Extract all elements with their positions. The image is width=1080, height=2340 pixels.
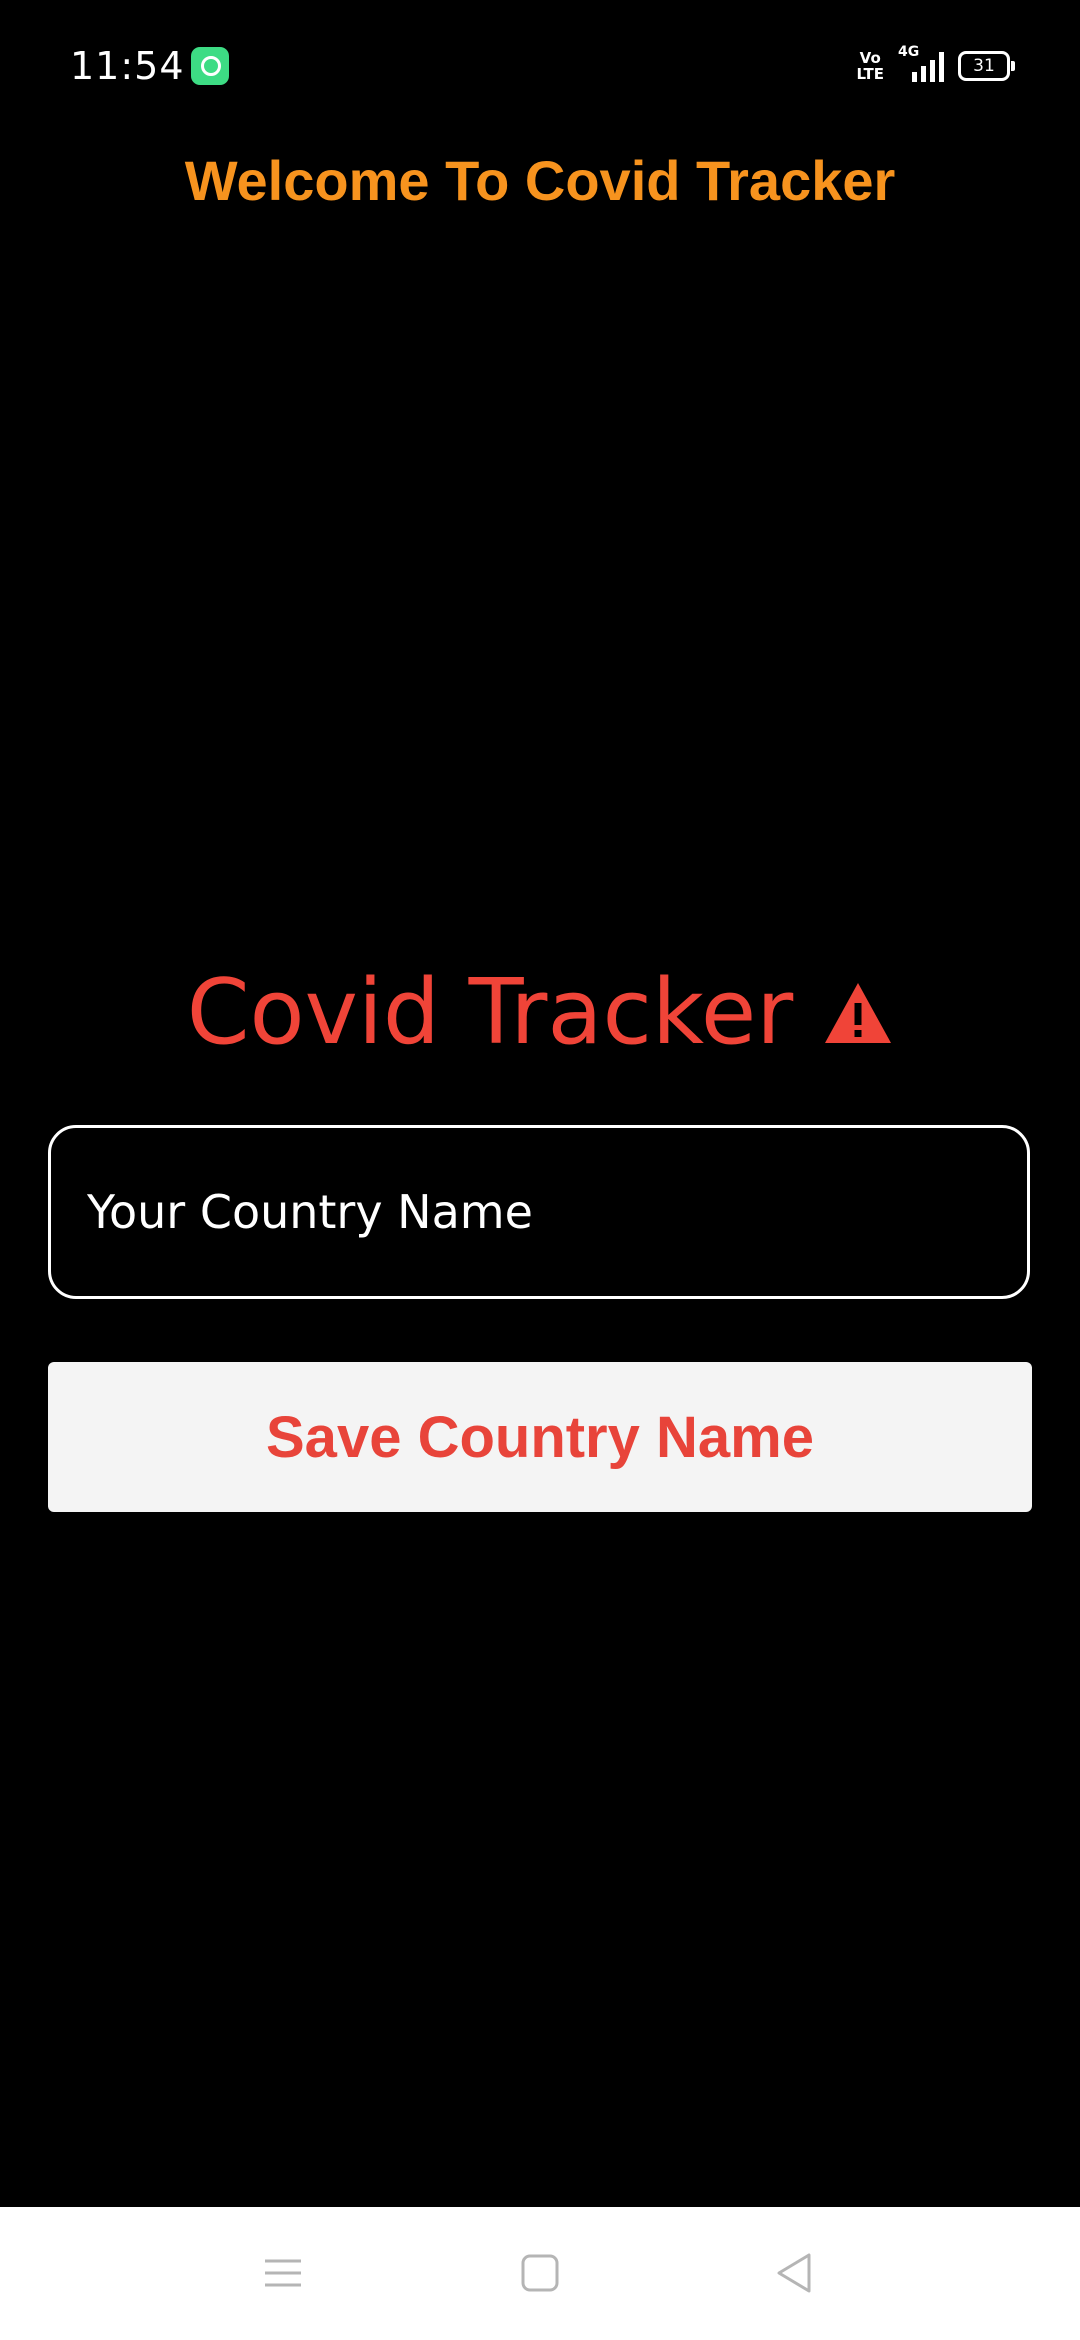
app-title-text: Covid Tracker [186,960,794,1065]
home-icon[interactable] [510,2243,570,2303]
battery-level: 31 [973,56,995,76]
app-screen: 11:54 Vo LTE 4G 31 Welcome To Covid Track… [0,0,1080,2340]
welcome-title: Welcome To Covid Tracker [184,149,896,212]
back-icon[interactable] [765,2243,825,2303]
save-country-button[interactable]: Save Country Name [48,1362,1032,1512]
status-bar: 11:54 Vo LTE 4G 31 [0,0,1080,130]
status-time: 11:54 [70,44,185,88]
battery-icon: 31 [958,51,1015,81]
warning-icon [825,982,892,1043]
system-navigation-bar [0,2207,1080,2340]
signal-icon: 4G [898,44,944,82]
status-indicators: Vo LTE 4G 31 [856,44,1015,86]
menu-icon[interactable] [253,2243,313,2303]
notification-app-icon [191,47,229,85]
app-title: Covid Tracker [0,960,1080,1065]
country-name-input[interactable] [85,1184,1027,1240]
volte-icon: Vo LTE [856,49,884,83]
network-type-label: 4G [898,44,920,60]
country-input-field[interactable] [48,1125,1030,1299]
